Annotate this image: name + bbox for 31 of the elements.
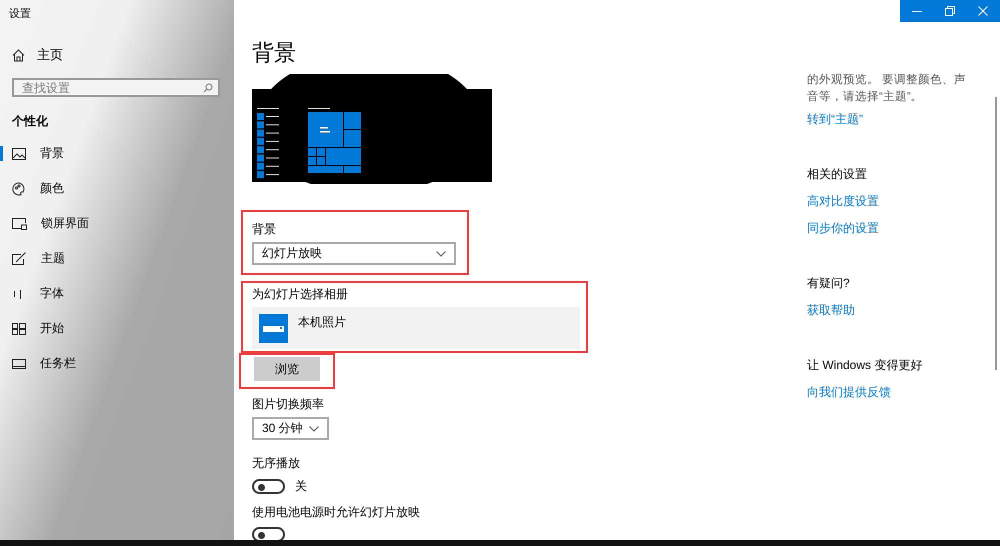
home-link[interactable]: 主页 [12,46,63,64]
nav-item[interactable]: 开始 [0,311,180,346]
group-heading: 让 Windows 变得更好 [807,357,922,374]
description-text: 的外观预览。 要调整颜色、声音等，请选择“主题”。 [807,72,968,105]
nav-item[interactable]: 背景 [0,136,180,171]
field-label: 背景 [252,221,276,238]
themes-link[interactable]: 转到“主题” [807,111,863,128]
help-link[interactable]: 获取帮助 [807,302,855,319]
help-link[interactable]: 高对比度设置 [807,193,879,210]
browse-button[interactable]: 浏览 [254,357,320,381]
nav-item[interactable]: 主题 [0,241,180,276]
nav-item[interactable]: 颜色 [0,171,180,206]
setting-label: 无序播放 [252,455,300,472]
nav-item[interactable]: 任务栏 [0,346,180,381]
field-label: 为幻灯片选择相册 [252,286,348,303]
help-link[interactable]: 同步你的设置 [807,220,879,237]
nav-item[interactable]: 锁屏界面 [0,206,180,241]
toggle-state: 关 [295,478,307,495]
interval-dropdown[interactable]: 30 分钟 [252,417,329,440]
field-label: 图片切换频率 [252,396,324,413]
group-heading: 有疑问? [807,275,850,292]
page-title: 背景 [252,39,296,67]
nav-item[interactable]: 字体 [0,276,180,311]
background-dropdown[interactable]: 幻灯片放映 [252,242,456,265]
help-link[interactable]: 向我们提供反馈 [807,384,891,401]
setting-label: 使用电池电源时允许幻灯片放映 [252,504,420,521]
section-heading: 个性化 [12,113,48,130]
search-field[interactable]: 查找设置 [12,78,220,97]
window-title: 设置 [9,7,31,21]
group-heading: 相关的设置 [807,166,867,183]
album-item[interactable]: 本机照片 [252,307,580,349]
